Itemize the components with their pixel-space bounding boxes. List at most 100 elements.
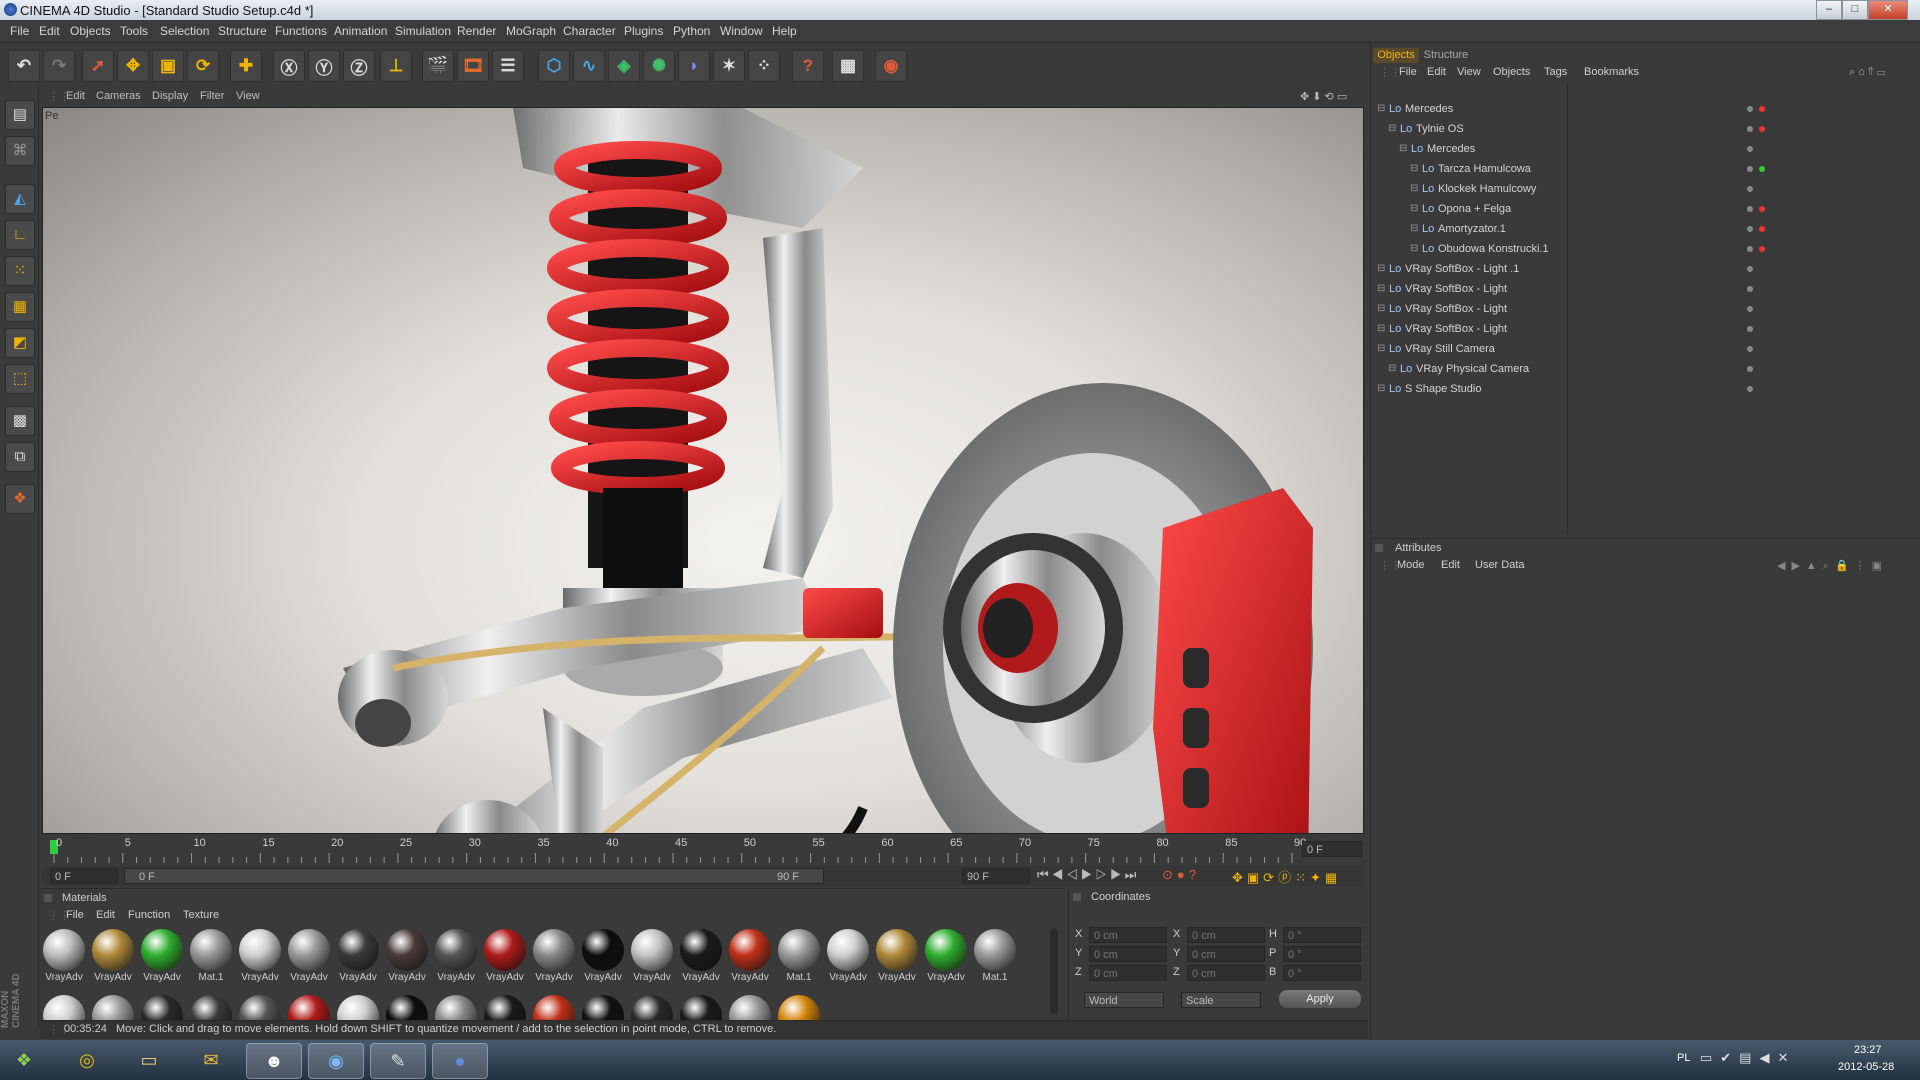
coord-value-field[interactable]: 0 cm	[1187, 946, 1265, 962]
visibility-dot[interactable]	[1747, 326, 1753, 332]
model-mode-icon[interactable]: ◭	[5, 184, 35, 214]
object-row[interactable]: ⊟ Lo VRay SoftBox - Light	[1377, 320, 1917, 338]
playback-controls[interactable]: ⏮◀◁▶▷▶⏭	[1037, 867, 1139, 883]
material-swatch[interactable]: Mat.1	[973, 927, 1017, 983]
apply-button[interactable]: Apply	[1279, 990, 1361, 1008]
objects-menu-bookmarks[interactable]: Bookmarks	[1584, 66, 1639, 78]
material-swatch[interactable]: VrayAdv	[581, 927, 625, 983]
cinema4d-taskbar-icon[interactable]: ●	[432, 1043, 488, 1079]
material-swatch[interactable]: VrayAdv	[728, 927, 772, 983]
material-swatch[interactable]: VrayAdv	[924, 927, 968, 983]
spline-icon[interactable]: ∿	[573, 50, 605, 82]
objects-menu-tags[interactable]: Tags	[1544, 66, 1567, 78]
layout-icon[interactable]: ▤	[5, 100, 35, 130]
visibility-dot[interactable]	[1747, 186, 1753, 192]
object-row[interactable]: ⊟ Lo Amortyzator.1	[1377, 220, 1917, 238]
visibility-dot[interactable]	[1747, 246, 1753, 252]
menu-plugins[interactable]: Plugins	[624, 24, 663, 38]
expand-toggle-icon[interactable]: ⊟	[1410, 240, 1418, 258]
object-name[interactable]: VRay Physical Camera	[1416, 360, 1529, 378]
render-view-icon[interactable]: 🎬	[422, 50, 454, 82]
make-editable-icon[interactable]: ⌘	[5, 136, 35, 166]
object-row[interactable]: ⊟ Lo Mercedes	[1377, 140, 1917, 158]
3d-viewport[interactable]: Pe	[42, 107, 1364, 834]
visibility-dot[interactable]	[1747, 346, 1753, 352]
material-swatch[interactable]: VrayAdv	[826, 927, 870, 983]
object-row[interactable]: ⊟ Lo VRay SoftBox - Light	[1377, 280, 1917, 298]
object-row[interactable]: ⊟ Lo Klockek Hamulcowy	[1377, 180, 1917, 198]
chrome-icon[interactable]: ◎	[60, 1043, 114, 1077]
expand-toggle-icon[interactable]: ⊟	[1377, 300, 1385, 318]
menu-animation[interactable]: Animation	[334, 24, 387, 38]
visibility-dot[interactable]	[1747, 106, 1753, 112]
attributes-menu-mode[interactable]: Mode	[1397, 559, 1425, 571]
select-cursor-icon[interactable]: ➚	[82, 50, 114, 82]
frame-range-slider[interactable]: 0 F 90 F	[124, 868, 824, 884]
coord-value-field[interactable]: 0 cm	[1089, 965, 1167, 981]
visibility-dot[interactable]	[1747, 126, 1753, 132]
object-name[interactable]: VRay SoftBox - Light	[1405, 300, 1507, 318]
viewport-menu-view[interactable]: View	[236, 90, 260, 102]
visibility-dot[interactable]	[1747, 366, 1753, 372]
record-keys-icons[interactable]: ⊙●?	[1162, 867, 1200, 883]
object-name[interactable]: VRay SoftBox - Light .1	[1405, 260, 1519, 278]
object-row[interactable]: ⊟ Lo Obudowa Konstrucki.1	[1377, 240, 1917, 258]
paint-app-icon[interactable]: ✎	[370, 1043, 426, 1079]
move-tool-icon[interactable]: ✥	[117, 50, 149, 82]
menu-tools[interactable]: Tools	[120, 24, 148, 38]
array-icon[interactable]: ✺	[643, 50, 675, 82]
material-swatch[interactable]: VrayAdv	[630, 927, 674, 983]
tray-icons[interactable]: ▭✔▤◀✕	[1700, 1050, 1796, 1066]
deformer-icon[interactable]: ◗	[678, 50, 710, 82]
coord-value-field[interactable]: 0 cm	[1089, 927, 1167, 943]
object-name[interactable]: Mercedes	[1405, 100, 1453, 118]
render-picture-viewer-icon[interactable]: 🎞	[457, 50, 489, 82]
material-swatch[interactable]: VrayAdv	[679, 927, 723, 983]
object-tag-icon[interactable]	[1759, 166, 1765, 172]
texture-mode-icon[interactable]: ▩	[5, 406, 35, 436]
expand-toggle-icon[interactable]: ⊟	[1388, 360, 1396, 378]
objects-menu-edit[interactable]: Edit	[1427, 66, 1446, 78]
viewport-menu-display[interactable]: Display	[152, 90, 188, 102]
coord-value-field[interactable]: 0 °	[1283, 946, 1361, 962]
maximize-button[interactable]: □	[1842, 0, 1868, 20]
materials-scrollbar[interactable]	[1050, 929, 1058, 1014]
help-icon[interactable]: ?	[792, 50, 824, 82]
objects-menu-objects[interactable]: Objects	[1493, 66, 1530, 78]
expand-toggle-icon[interactable]: ⊟	[1377, 380, 1385, 398]
object-row[interactable]: ⊟ Lo Opona + Felga	[1377, 200, 1917, 218]
material-swatch[interactable]: VrayAdv	[287, 927, 331, 983]
x-axis-icon[interactable]: Ⓧ	[273, 50, 305, 82]
menu-help[interactable]: Help	[772, 24, 797, 38]
menu-mograph[interactable]: MoGraph	[506, 24, 556, 38]
coord-value-field[interactable]: 0 cm	[1187, 965, 1265, 981]
object-name[interactable]: Mercedes	[1427, 140, 1475, 158]
expand-toggle-icon[interactable]: ⊟	[1377, 320, 1385, 338]
scale-dropdown[interactable]: Scale	[1181, 992, 1261, 1008]
object-name[interactable]: VRay SoftBox - Light	[1405, 280, 1507, 298]
object-row[interactable]: ⊟ Lo VRay SoftBox - Light	[1377, 300, 1917, 318]
coord-value-field[interactable]: 0 °	[1283, 927, 1361, 943]
visibility-dot[interactable]	[1747, 146, 1753, 152]
object-axis-icon[interactable]: ∟	[5, 220, 35, 250]
key-mode-icons[interactable]: ✥▣⟳ⓟ⁙✦▦	[1232, 867, 1341, 886]
edges-mode-icon[interactable]: ▦	[5, 292, 35, 322]
material-swatch[interactable]: VrayAdv	[91, 927, 135, 983]
material-swatch[interactable]: VrayAdv	[140, 927, 184, 983]
material-swatch[interactable]: Mat.1	[777, 927, 821, 983]
material-swatch[interactable]: VrayAdv	[483, 927, 527, 983]
material-swatch[interactable]: VrayAdv	[532, 927, 576, 983]
material-swatch[interactable]: VrayAdv	[336, 927, 380, 983]
menu-objects[interactable]: Objects	[70, 24, 111, 38]
objects-menu-view[interactable]: View	[1457, 66, 1481, 78]
expand-toggle-icon[interactable]: ⊟	[1410, 220, 1418, 238]
language-indicator[interactable]: PL	[1677, 1052, 1690, 1064]
add-tool-icon[interactable]: ✚	[230, 50, 262, 82]
viewport-nav-icons[interactable]: ✥ ⬇ ⟲ ▭	[1300, 90, 1347, 103]
timeline-ruler[interactable]: 0 5 10 15 20 25 30 35 40 45 50 55 60 65 70 75 80 85 90 0 F	[42, 835, 1364, 865]
object-row[interactable]: ⊟ Lo VRay Physical Camera	[1377, 360, 1917, 378]
menu-render[interactable]: Render	[457, 24, 496, 38]
materials-menu-function[interactable]: Function	[128, 909, 170, 921]
object-name[interactable]: VRay Still Camera	[1405, 340, 1495, 358]
expand-toggle-icon[interactable]: ⊟	[1410, 200, 1418, 218]
